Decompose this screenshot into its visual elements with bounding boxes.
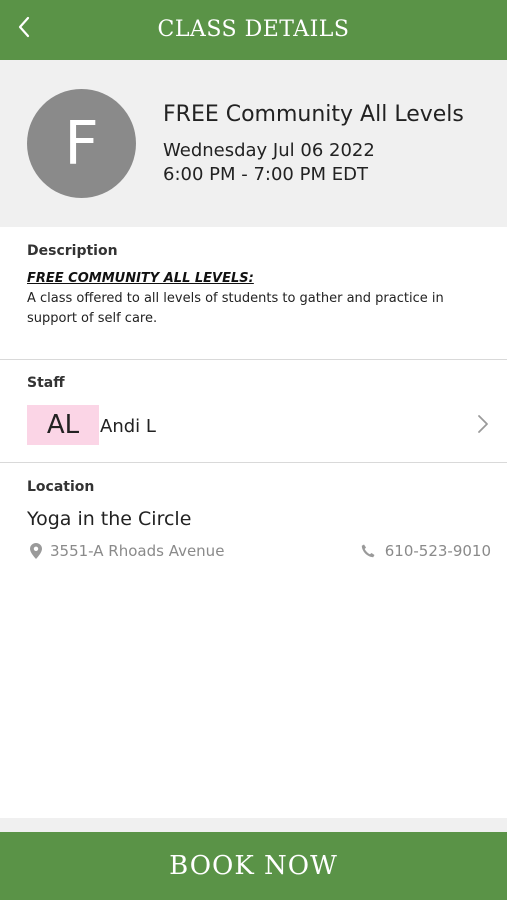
footer-spacer (0, 818, 507, 832)
address-text: 3551-A Rhoads Avenue (50, 542, 225, 560)
book-now-button[interactable]: BOOK NOW (0, 832, 507, 900)
description-heading: FREE COMMUNITY ALL LEVELS: (27, 271, 254, 286)
class-time: 6:00 PM - 7:00 PM EDT (163, 164, 368, 185)
class-avatar: F (27, 89, 136, 198)
class-name: FREE Community All Levels (163, 102, 464, 127)
phone-icon (361, 544, 375, 558)
location-phone[interactable]: 610-523-9010 (361, 541, 491, 561)
page-title: CLASS DETAILS (157, 17, 350, 42)
divider (0, 359, 507, 360)
staff-name: Andi L (100, 416, 156, 437)
header-bar: CLASS DETAILS (0, 0, 507, 60)
staff-avatar: AL (27, 405, 99, 445)
map-pin-icon (30, 543, 42, 559)
staff-label: Staff (27, 375, 65, 391)
location-name: Yoga in the Circle (27, 508, 192, 530)
chevron-right-icon (478, 415, 488, 433)
description-body: A class offered to all levels of student… (27, 291, 444, 326)
phone-text: 610-523-9010 (384, 542, 491, 560)
class-summary: F FREE Community All Levels Wednesday Ju… (0, 60, 507, 227)
location-address[interactable]: 3551-A Rhoads Avenue (30, 541, 224, 561)
staff-row[interactable]: AL Andi L (0, 400, 507, 452)
divider (0, 462, 507, 463)
class-date: Wednesday Jul 06 2022 (163, 140, 375, 161)
location-label: Location (27, 479, 95, 495)
avatar-letter: F (64, 108, 99, 179)
description-label: Description (27, 243, 118, 259)
class-details-screen: CLASS DETAILS F FREE Community All Level… (0, 0, 507, 900)
